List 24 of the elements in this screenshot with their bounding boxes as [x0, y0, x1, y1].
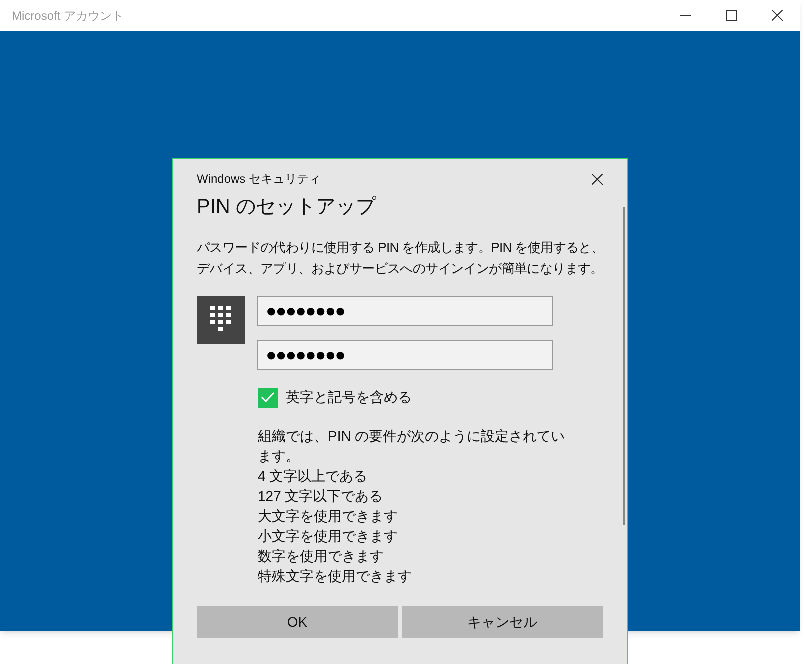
cancel-button[interactable]: キャンセル — [402, 606, 603, 638]
ok-button[interactable]: OK — [197, 606, 398, 638]
requirement-text: 特殊文字を使用できます — [258, 567, 413, 586]
close-icon — [772, 10, 782, 21]
requirement-text: 大文字を使用できます — [258, 507, 399, 526]
close-icon — [592, 174, 602, 184]
dialog-heading: PIN のセットアップ — [197, 195, 378, 220]
close-button[interactable] — [589, 171, 605, 187]
checkmark-icon — [261, 392, 275, 403]
requirement-text: 数字を使用できます — [258, 547, 385, 566]
dialog-caption: Windows セキュリティ — [197, 171, 322, 188]
pin-field[interactable]: ●●●●●●●● — [257, 296, 553, 326]
maximize-icon — [726, 10, 736, 21]
pin-field[interactable]: ●●●●●●●● — [257, 340, 553, 370]
requirement-text: 小文字を使用できます — [258, 527, 399, 546]
requirement-text: 4 文字以上である — [258, 467, 369, 486]
minimize-icon — [680, 15, 690, 16]
requirement-text: 組織では、PIN の要件が次のように設定されています。 — [258, 427, 566, 466]
requirement-text: 127 文字以下である — [258, 487, 384, 506]
checkbox[interactable] — [258, 388, 278, 408]
checkbox-label: 英字と記号を含める — [286, 388, 412, 407]
description-text: パスワードの代わりに使用する PIN を作成します。PIN を使用すると、デバイス、アプリ、およびサービスへのサインインが簡単になります。 — [197, 239, 606, 278]
keypad-icon — [210, 306, 232, 334]
window-title: Microsoft アカウント — [11, 8, 124, 24]
